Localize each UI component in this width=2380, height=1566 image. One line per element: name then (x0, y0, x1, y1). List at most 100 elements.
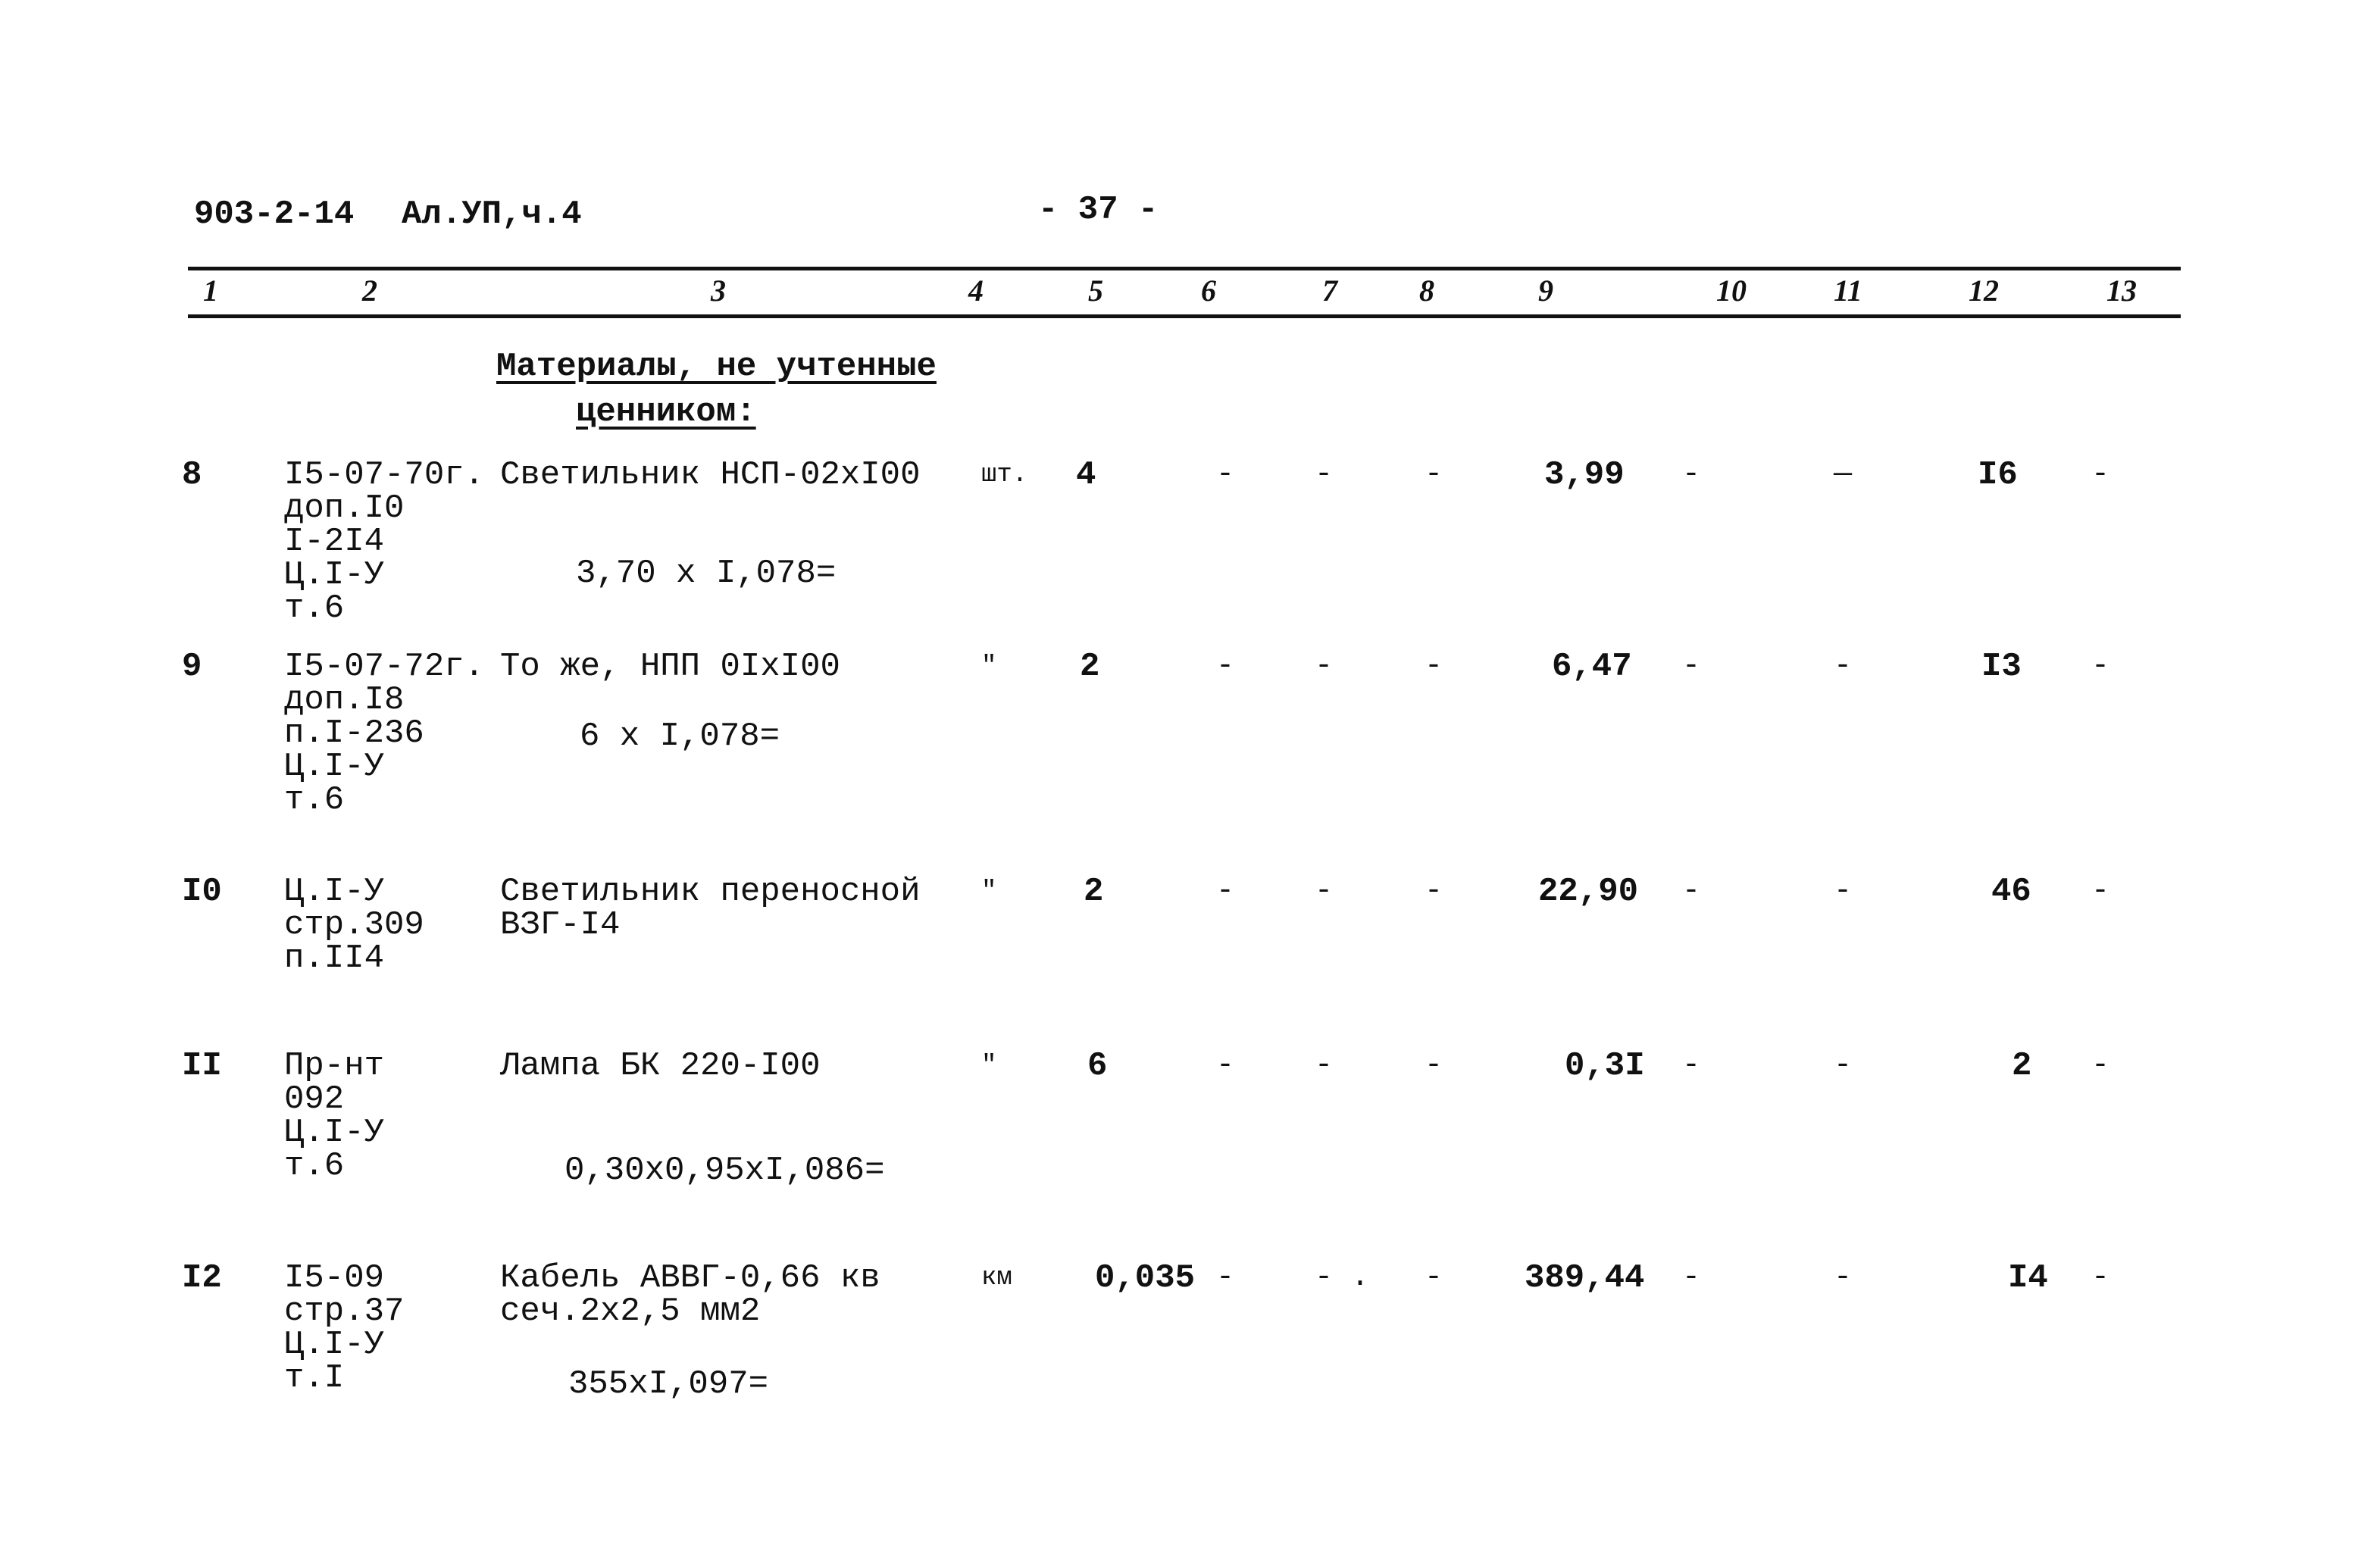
row-reference-line: I5-07-70г. (284, 456, 485, 494)
row-reference-line: Ц.I-У (284, 748, 385, 786)
column-number: 9 (1538, 274, 1553, 308)
row-col6: - (1216, 1261, 1235, 1295)
row-col11: - (1834, 1261, 1853, 1295)
row-reference-line: т.I (284, 1359, 345, 1397)
row-reference-line: п.I-236 (284, 714, 424, 752)
column-number: 3 (711, 274, 726, 308)
row-quantity: 0,035 (1095, 1259, 1196, 1297)
row-col10: - (1682, 649, 1701, 683)
row-price: 6,47 (1552, 648, 1632, 686)
row-col13: - (2091, 1261, 2110, 1295)
document-section: Ал.УП,ч.4 (402, 195, 582, 233)
section-title-line1: Материалы, не учтенные (496, 348, 937, 386)
column-number: 5 (1088, 274, 1103, 308)
row-reference-line: Ц.I-У (284, 1114, 385, 1152)
row-unit: км (981, 1264, 1012, 1292)
row-reference-line: 092 (284, 1080, 345, 1118)
row-number: I0 (182, 873, 222, 911)
column-number: 11 (1834, 274, 1862, 308)
row-reference-line: т.6 (284, 781, 345, 819)
row-calculation: 0,30х0,95хI,086= (565, 1152, 885, 1189)
row-quantity: 4 (1076, 456, 1096, 494)
row-name-line: ВЗГ-I4 (500, 906, 621, 944)
row-total: 46 (1991, 873, 2031, 911)
row-number: II (182, 1047, 222, 1085)
row-col13: - (2091, 1049, 2110, 1083)
row-col7: - (1315, 874, 1334, 908)
row-reference-line: стр.309 (284, 906, 424, 944)
row-reference-line: Ц.I-У (284, 1326, 385, 1364)
row-number: 8 (182, 456, 202, 494)
table-header-bottom-rule (188, 314, 2181, 318)
row-total: I3 (1981, 648, 2022, 686)
column-number: 6 (1201, 274, 1216, 308)
row-calculation: 6 х I,078= (580, 717, 780, 755)
row-reference-line: доп.I0 (284, 489, 405, 527)
table-top-rule (188, 267, 2181, 270)
row-col11: - (1834, 874, 1853, 908)
row-col8: - (1425, 458, 1443, 492)
row-col6: - (1216, 458, 1235, 492)
row-col11: - (1834, 649, 1853, 683)
row-reference-line: Ц.I-У (284, 556, 385, 594)
row-quantity: 2 (1080, 648, 1100, 686)
column-number: 12 (1969, 274, 1999, 308)
row-col13: - (2091, 649, 2110, 683)
row-name-line: Кабель АВВГ-0,66 кв (500, 1259, 880, 1297)
row-reference-line: I5-09 (284, 1259, 385, 1297)
row-quantity: 6 (1087, 1047, 1108, 1085)
row-price: 0,3I (1565, 1047, 1645, 1085)
column-number: 13 (2106, 274, 2137, 308)
section-title-line2: ценником: (576, 393, 756, 431)
row-col8: - (1425, 874, 1443, 908)
row-unit: " (981, 877, 997, 906)
row-col8: - (1425, 1049, 1443, 1083)
row-col11: - (1834, 1049, 1853, 1083)
row-price: 389,44 (1525, 1259, 1645, 1297)
column-number: 2 (362, 274, 377, 308)
row-name-line: сеч.2х2,5 мм2 (500, 1292, 761, 1330)
row-col6: - (1216, 1049, 1235, 1083)
row-price: 3,99 (1544, 456, 1625, 494)
row-calculation: 355хI,097= (568, 1365, 769, 1403)
row-unit: шт. (981, 461, 1028, 489)
row-col7: - (1315, 1049, 1334, 1083)
row-col10: - (1682, 1261, 1701, 1295)
row-col7: - (1315, 458, 1334, 492)
row-reference-line: доп.I8 (284, 681, 405, 719)
row-reference-line: I5-07-72г. (284, 648, 485, 686)
column-number: 8 (1419, 274, 1434, 308)
row-number: I2 (182, 1259, 222, 1297)
row-quantity: 2 (1084, 873, 1104, 911)
row-number: 9 (182, 648, 202, 686)
page-number: - 37 - (1038, 191, 1159, 229)
row-reference-line: т.6 (284, 1147, 345, 1185)
row-col10: - (1682, 874, 1701, 908)
row-name-line: То же, НПП 0IхI00 (500, 648, 840, 686)
row-col7: - (1315, 649, 1334, 683)
row-reference-line: т.6 (284, 589, 345, 627)
row-reference-line: стр.37 (284, 1292, 405, 1330)
row-col7: - . (1315, 1261, 1370, 1295)
row-col11: — (1834, 458, 1853, 492)
row-name-line: Лампа БК 220-I00 (500, 1047, 821, 1085)
row-reference-line: I-2I4 (284, 523, 385, 561)
row-col6: - (1216, 649, 1235, 683)
row-col13: - (2091, 458, 2110, 492)
row-unit: " (981, 1052, 997, 1080)
row-unit: " (981, 652, 997, 681)
document-code: 903-2-14 (194, 195, 355, 233)
row-col10: - (1682, 458, 1701, 492)
row-reference-line: Ц.I-У (284, 873, 385, 911)
column-number: 10 (1716, 274, 1747, 308)
row-col10: - (1682, 1049, 1701, 1083)
row-name-line: Светильник НСП-02хI00 (500, 456, 921, 494)
row-col8: - (1425, 1261, 1443, 1295)
row-reference-line: п.II4 (284, 939, 385, 977)
row-reference-line: Пр-нт (284, 1047, 385, 1085)
column-number: 4 (968, 274, 984, 308)
row-col13: - (2091, 874, 2110, 908)
column-number: 7 (1322, 274, 1337, 308)
row-name-line: Светильник переносной (500, 873, 921, 911)
row-calculation: 3,70 x I,078= (576, 555, 837, 592)
